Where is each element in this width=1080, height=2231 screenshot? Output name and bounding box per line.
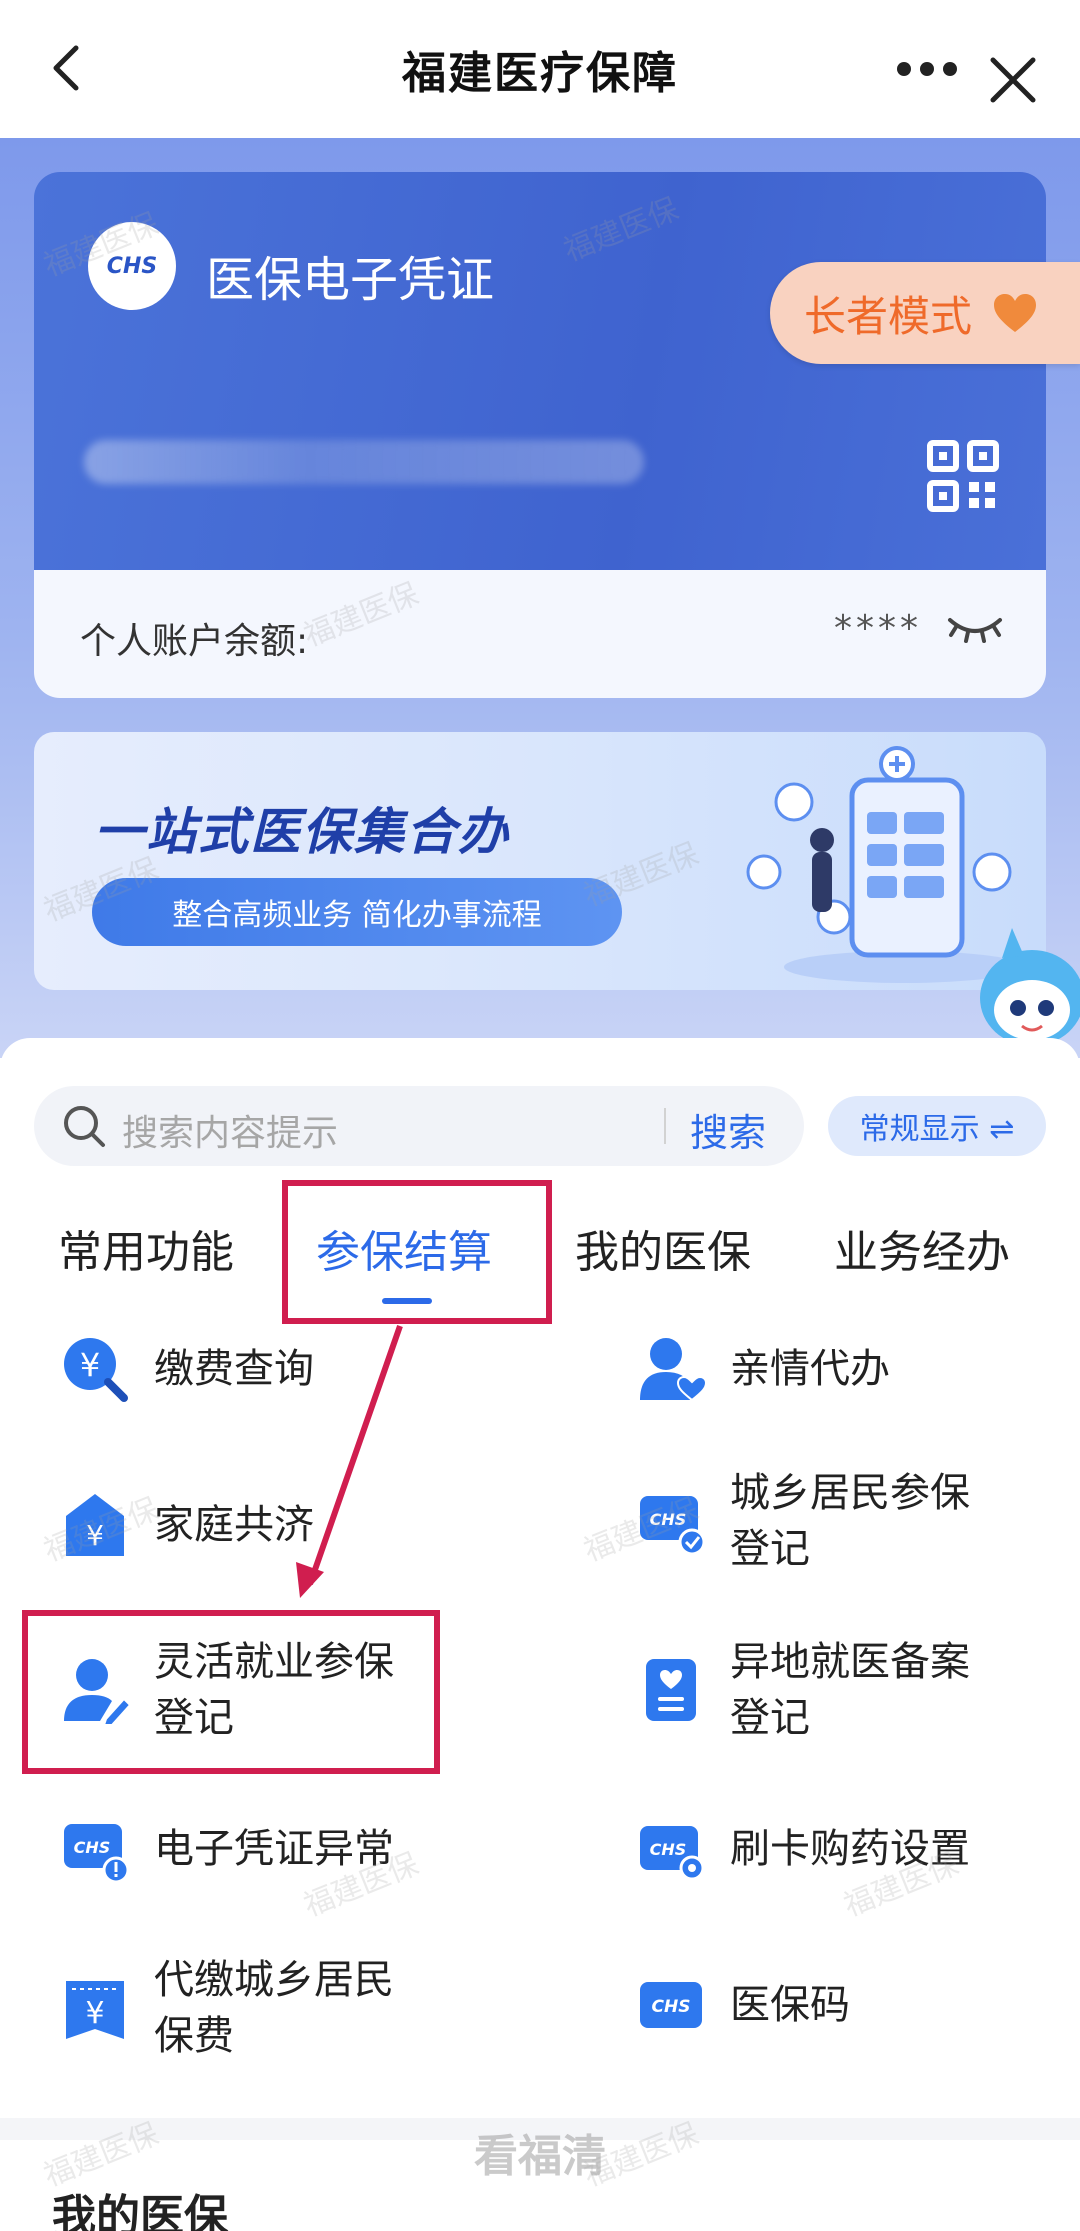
service-item-proxy-pay-premium[interactable]: ¥ 代缴城乡居民保费 bbox=[60, 1952, 424, 2064]
svg-text:CHS: CHS bbox=[74, 1838, 111, 1857]
my-insurance-section-title: 我的医保 bbox=[52, 2191, 228, 2231]
eye-closed-icon[interactable] bbox=[946, 610, 1004, 650]
service-item-label: 代缴城乡居民保费 bbox=[154, 1957, 394, 2059]
service-item-label: 城乡居民参保登记 bbox=[730, 1470, 970, 1572]
display-mode-toggle[interactable]: 常规显示 ⇌ bbox=[828, 1096, 1046, 1156]
service-item-insurance-code[interactable]: CHS 医保码 bbox=[636, 1970, 850, 2040]
promo-banner[interactable]: 一站式医保集合办 整合高频业务 简化办事流程 bbox=[34, 732, 1046, 990]
service-item-payment-query[interactable]: ¥ 缴费查询 bbox=[60, 1334, 314, 1404]
card-title: 医保电子凭证 bbox=[206, 252, 495, 308]
service-item-label: 家庭共济 bbox=[154, 1502, 314, 1548]
svg-text:CHS: CHS bbox=[652, 1997, 691, 2017]
item-highlight-box bbox=[22, 1610, 440, 1774]
payment-search-icon: ¥ bbox=[64, 1338, 128, 1402]
service-item-label: 异地就医备案登记 bbox=[730, 1639, 970, 1741]
tab-my-insurance[interactable]: 我的医保 bbox=[575, 1216, 751, 1280]
proxy-pay-premium-icon: ¥ bbox=[66, 1981, 124, 2039]
svg-text:¥: ¥ bbox=[80, 1346, 100, 1384]
qr-code-icon[interactable] bbox=[927, 440, 999, 512]
search-input[interactable]: 搜索内容提示 bbox=[122, 1104, 338, 1156]
balance-label: 个人账户余额: bbox=[80, 621, 309, 662]
elder-mode-button[interactable]: 长者模式 bbox=[770, 262, 1080, 364]
svg-text:CHS: CHS bbox=[650, 1840, 687, 1859]
card-medicine-settings-icon: CHS bbox=[640, 1826, 705, 1881]
family-proxy-icon bbox=[640, 1338, 706, 1402]
e-voucher-abnormal-icon: CHS bbox=[64, 1824, 130, 1884]
search-divider bbox=[664, 1108, 666, 1144]
balance-value: **** bbox=[834, 608, 922, 649]
banner-subtitle: 整合高频业务 简化办事流程 bbox=[92, 878, 622, 946]
service-item-label: 医保码 bbox=[730, 1982, 850, 2028]
insurance-code-icon: CHS bbox=[640, 1982, 702, 2028]
tab-common-functions[interactable]: 常用功能 bbox=[58, 1216, 234, 1280]
more-options-icon[interactable] bbox=[895, 55, 959, 83]
top-navigation-bar: 福建医疗保障 bbox=[0, 0, 1080, 138]
back-arrow-icon[interactable] bbox=[40, 40, 96, 96]
close-icon[interactable] bbox=[985, 52, 1041, 108]
service-item-label: 缴费查询 bbox=[154, 1346, 314, 1392]
account-balance-row: 个人账户余额: **** bbox=[34, 570, 1046, 698]
service-item-family-proxy[interactable]: 亲情代办 bbox=[636, 1334, 890, 1404]
medical-insurance-card[interactable]: CHS 医保电子凭证 bbox=[34, 172, 1046, 570]
service-item-label: 亲情代办 bbox=[730, 1346, 890, 1392]
search-button[interactable]: 搜索 bbox=[690, 1102, 766, 1157]
search-icon bbox=[64, 1106, 105, 1147]
elder-mode-label: 长者模式 bbox=[804, 291, 973, 341]
heart-icon bbox=[994, 294, 1037, 332]
banner-headline: 一站式医保集合办 bbox=[94, 803, 510, 861]
svg-text:¥: ¥ bbox=[85, 1996, 104, 2031]
tab-highlight-box bbox=[282, 1180, 552, 1324]
tab-business-handling[interactable]: 业务经办 bbox=[834, 1216, 1010, 1280]
masked-card-number bbox=[84, 440, 644, 484]
site-watermark: 看福清 bbox=[474, 2131, 606, 2182]
remote-medical-filing-icon bbox=[646, 1659, 696, 1721]
page-title: 福建医疗保障 bbox=[402, 48, 678, 99]
search-bar[interactable]: 搜索内容提示 搜索 bbox=[34, 1086, 804, 1166]
service-item-remote-medical-filing[interactable]: 异地就医备案登记 bbox=[636, 1634, 1000, 1746]
